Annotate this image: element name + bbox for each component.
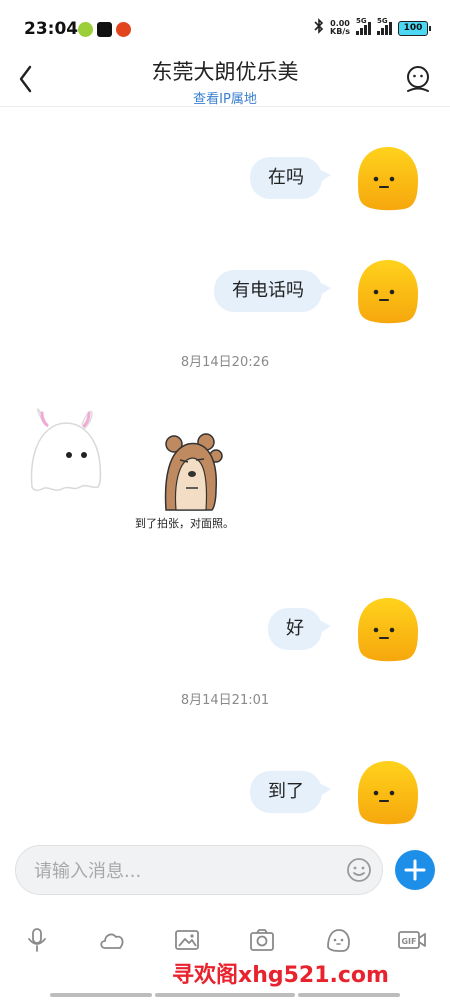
signal-icon: 5G <box>356 17 371 35</box>
message-timestamp: 8月14日21:01 <box>180 693 270 708</box>
sticker-button[interactable] <box>318 920 358 960</box>
gesture-bar <box>298 993 400 997</box>
status-time: 23:04 <box>24 19 79 39</box>
avatar[interactable] <box>352 596 422 662</box>
voice-icon <box>28 928 46 952</box>
avatar[interactable] <box>352 759 422 825</box>
more-actions-button[interactable] <box>395 850 435 890</box>
notification-app-icon <box>116 22 131 37</box>
message-input[interactable] <box>32 846 336 896</box>
battery-icon: 100 <box>398 20 431 36</box>
yellow-blob-avatar-icon <box>358 147 418 211</box>
bear-sticker[interactable] <box>158 430 228 512</box>
watermark-text: 寻欢阁xhg521.com <box>172 963 389 988</box>
message-input-container <box>15 845 383 896</box>
camera-icon <box>250 929 274 951</box>
message-bubble[interactable]: 在吗 <box>250 157 331 199</box>
signal-label: 5G <box>356 17 367 25</box>
sticker-emoji-icon <box>327 929 350 952</box>
ghost-bunny-sticker-icon <box>30 408 102 492</box>
emoji-icon <box>347 858 371 882</box>
network-speed: 0.00 KB/s <box>330 20 350 36</box>
emoji-button[interactable] <box>346 857 372 883</box>
profile-button[interactable] <box>404 64 432 94</box>
yellow-blob-avatar-icon <box>358 761 418 825</box>
message-timestamp: 8月14日20:26 <box>180 355 270 370</box>
notification-app-icon <box>97 22 112 37</box>
signal-label: 5G <box>377 17 388 25</box>
message-row: 好 <box>268 596 422 662</box>
message-bubble[interactable]: 好 <box>268 608 331 650</box>
message-row: 有电话吗 <box>214 258 422 324</box>
message-bubble[interactable]: 到了 <box>250 771 331 813</box>
notification-app-icon <box>78 22 93 37</box>
page-title: 东莞大朗优乐美 <box>151 60 299 84</box>
ghost-sticker[interactable] <box>26 405 106 495</box>
gif-label: GIF <box>401 937 416 946</box>
image-icon <box>175 930 199 950</box>
message-row: 到了 <box>250 759 422 825</box>
bluetooth-icon <box>314 18 324 38</box>
profile-icon <box>407 66 429 92</box>
camera-button[interactable] <box>242 920 282 960</box>
sticker-caption: 到了拍张，对面照。 <box>135 517 234 530</box>
gesture-bar <box>155 993 295 997</box>
gesture-bar <box>50 993 152 997</box>
message-row: 在吗 <box>250 145 422 211</box>
cloud-button[interactable] <box>92 920 132 960</box>
chat-header: 东莞大朗优乐美 查看IP属地 <box>0 48 450 107</box>
signal-icon: 5G <box>377 17 392 35</box>
view-ip-location-link[interactable]: 查看IP属地 <box>0 88 450 107</box>
image-button[interactable] <box>167 920 207 960</box>
gif-button[interactable]: GIF <box>392 920 432 960</box>
avatar[interactable] <box>352 258 422 324</box>
cloud-icon <box>100 933 124 949</box>
voice-button[interactable] <box>17 920 57 960</box>
network-speed-unit: KB/s <box>330 27 350 36</box>
avatar[interactable] <box>352 145 422 211</box>
yellow-blob-avatar-icon <box>358 260 418 324</box>
message-bubble[interactable]: 有电话吗 <box>214 270 331 312</box>
bear-sticker-icon <box>164 433 223 511</box>
yellow-blob-avatar-icon <box>358 598 418 662</box>
status-indicators: 0.00 KB/s 5G 5G 100 <box>314 17 431 38</box>
plus-icon <box>404 859 426 881</box>
gif-icon: GIF <box>398 931 426 949</box>
